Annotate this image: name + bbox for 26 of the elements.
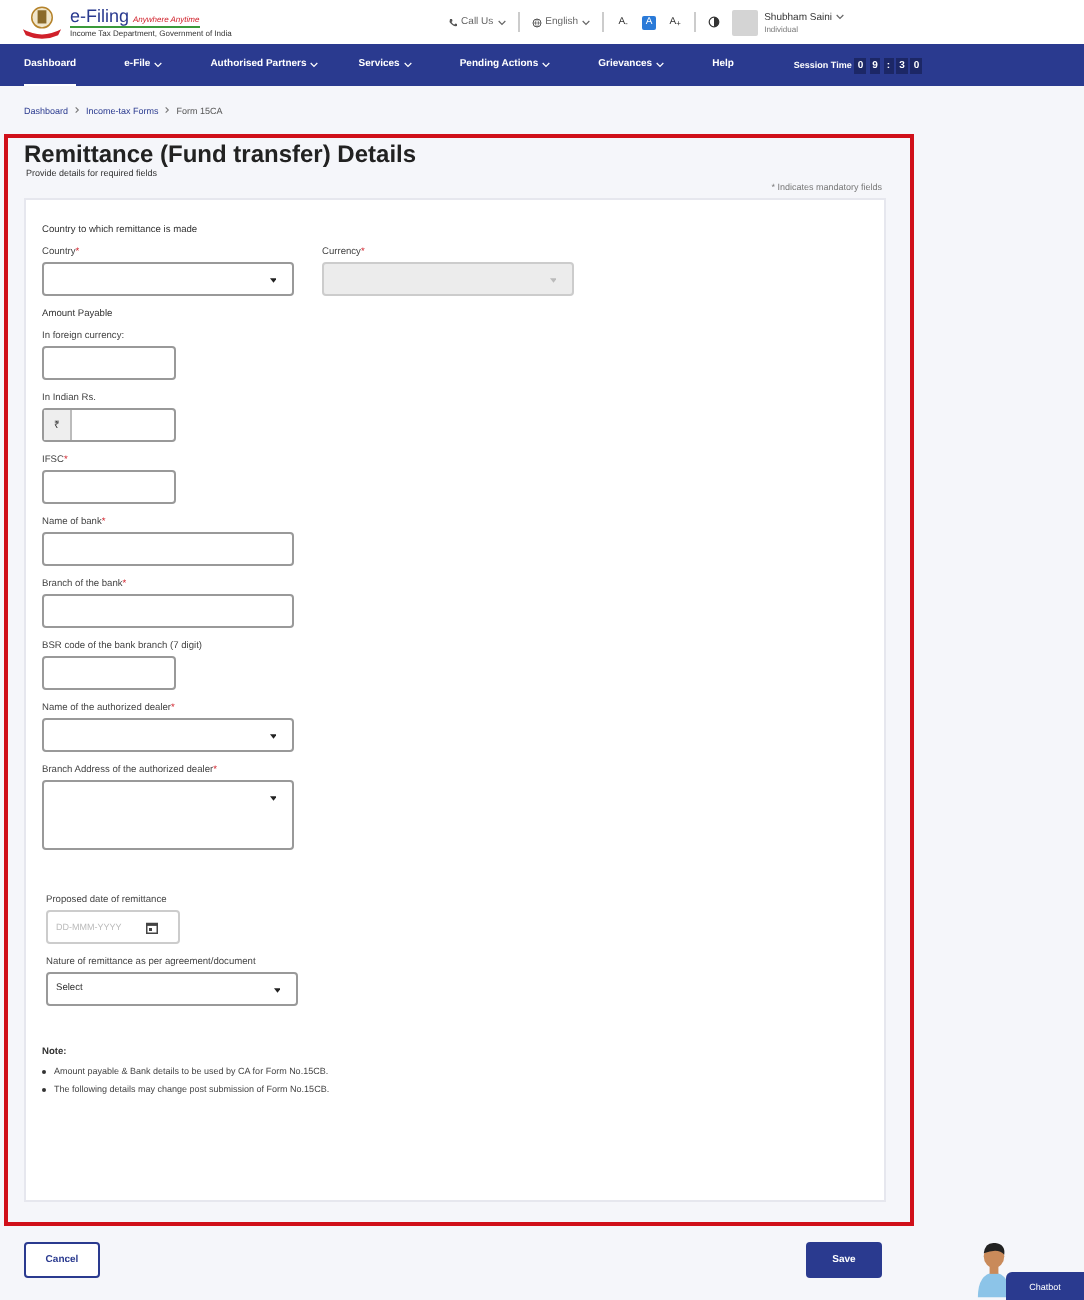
dropdown-field[interactable] xyxy=(42,262,294,296)
emblem-icon xyxy=(20,4,64,40)
input-field[interactable] xyxy=(42,656,176,690)
chevron-right-icon xyxy=(74,106,81,114)
dropdown-field[interactable] xyxy=(42,780,294,850)
input-field[interactable] xyxy=(42,470,176,504)
caret-icon xyxy=(269,278,276,283)
input-field[interactable] xyxy=(42,532,294,566)
caret-icon xyxy=(269,796,276,801)
page-title: Remittance (Fund transfer) Details xyxy=(24,138,419,168)
input-field[interactable] xyxy=(42,594,294,628)
calendar-icon[interactable] xyxy=(145,921,158,933)
contrast-icon[interactable] xyxy=(708,16,721,28)
caret-icon xyxy=(836,14,844,20)
caret-icon xyxy=(273,988,280,993)
caret-icon xyxy=(549,278,556,283)
input-field[interactable] xyxy=(42,346,176,380)
globe-icon xyxy=(531,17,542,27)
chevron-right-icon xyxy=(164,106,171,114)
avatar xyxy=(732,9,759,35)
logo-title: e-Filing xyxy=(70,6,130,26)
caret-icon xyxy=(582,19,591,25)
caret-icon xyxy=(269,734,276,739)
dropdown-field[interactable] xyxy=(42,718,294,752)
caret-icon xyxy=(497,19,506,25)
phone-icon xyxy=(447,17,458,27)
